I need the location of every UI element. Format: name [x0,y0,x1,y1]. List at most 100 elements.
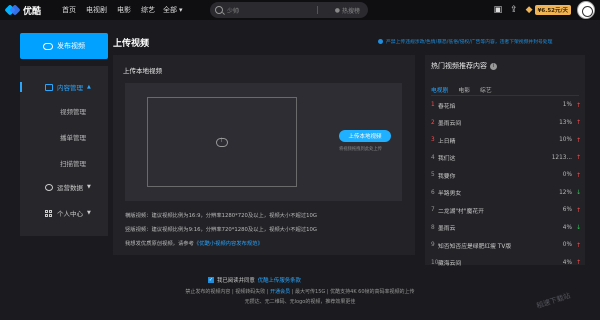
search-divider [317,6,318,14]
rank-number: 2 [431,119,435,126]
rank-number: 3 [431,137,435,143]
agreement-checkbox[interactable]: ✓ [208,277,214,283]
rank-number: 10 [431,259,439,266]
percent-value: 6% [562,207,572,213]
hot-divider [431,95,579,96]
hot-recommend-panel: 热门视频推荐内容 i 电视剧 电影 综艺 1 春花焰 1% ↑ 2 墨雨云间 13% ↑ 3 上日… [425,55,585,267]
vip-badge[interactable]: ◆ ¥6.52元/天 [526,5,571,15]
sidebar: 内容管理 ▲ 视频管理 播单管理 扫描管理 运营数据 ▼ 个人中心 ▼ [20,66,108,236]
sidebar-item-content-management[interactable]: 内容管理 ▲ [20,80,108,94]
hot-list-item[interactable]: 4 我们这 1213... ↑ [431,152,581,164]
rank-number: 5 [431,172,435,178]
vip-diamond-icon: ◆ [525,5,533,15]
top-nav-bar: 优酷 首页 电视剧 电影 综艺 全部 ▾ 少帅 ● 热搜榜 ▣ ⇪ ◆ ¥6.52… [0,0,600,20]
arrow-up-icon: ↑ [575,101,581,109]
terms-link[interactable]: 优酷上传服务条款 [258,276,301,284]
hot-search-button[interactable]: ● 热搜榜 [335,6,360,15]
footer-line-1: 禁止发布的视频内容 | 视频转码失败 | 开通会员 | 最大可传15G | 优酷… [150,288,450,295]
play-box-icon [45,83,53,91]
grid-icon [45,209,53,217]
info-icon[interactable]: i [490,62,497,70]
hot-list-item[interactable]: 6 半路男女 12% ↓ [431,187,581,199]
show-title: 春花焰 [438,103,456,110]
cloud-upload-icon [216,137,228,147]
upload-area: 上传本地视频 将视频拖拽到此处上传 [125,83,402,201]
hot-list-item[interactable]: 8 墨雨云 4% ↓ [431,222,581,234]
youku-logo-icon [4,4,21,16]
nav-all-label: 全部 [163,6,177,14]
nav-movie[interactable]: 电影 [117,5,131,15]
nav-home[interactable]: 首页 [62,5,76,15]
arrow-up-icon: ↑ [575,259,581,266]
show-title: 藏海云间 [438,261,462,267]
sidebar-item-label: 内容管理 [57,84,83,92]
publish-video-label: 发布视频 [57,42,85,50]
guideline-link[interactable]: 《优酷小视频内容发布规范》 [194,241,263,247]
spec-vertical: 竖版视频：建议视频比例为9:16，分辨率720*1280及以上，视频大小不超过1… [125,227,317,233]
sidebar-item-label: 扫描管理 [60,160,86,168]
percent-value: 10% [559,137,572,143]
publish-video-button[interactable]: 发布视频 [20,33,108,59]
open-vip-link[interactable]: 开通会员 [270,289,290,295]
rank-number: 9 [431,242,435,248]
sidebar-item-personal-center[interactable]: 个人中心 ▼ [20,206,108,220]
sidebar-item-playlist-management[interactable]: 播单管理 [20,130,108,144]
spec-guideline: 我想发优质原创视频，请参考《优酷小视频内容发布规范》 [125,239,263,247]
percent-value: 4% [562,224,572,231]
footer-text-a: 禁止发布的视频内容 | 视频转码失败 | [185,289,271,295]
agreement-row: ✓ 我已阅读并同意 优酷上传服务条款 [208,276,301,284]
nav-variety[interactable]: 综艺 [141,5,155,15]
data-chart-icon [45,183,53,191]
hot-panel-title-text: 热门视频推荐内容 [431,62,487,70]
rank-number: 1 [431,102,435,108]
sidebar-item-video-management[interactable]: 视频管理 [20,104,108,118]
upload-icon[interactable]: ⇪ [510,5,518,15]
search-box[interactable]: 少帅 ● 热搜榜 [210,2,368,18]
footer-line-2: 无攒达、无二维码、无logo的视频，推荐效果更佳 [244,299,356,305]
rank-number: 4 [431,154,435,161]
percent-value: 0% [562,172,572,178]
arrow-down-icon: ↓ [575,224,581,231]
hot-list-item[interactable]: 7 二龙湖"村"魔花开 6% ↑ [431,204,581,216]
spec-guideline-text: 我想发优质原创视频，请参考 [125,241,194,247]
show-title: 我们这 [438,156,456,162]
arrow-up-icon: ↑ [575,154,581,161]
hot-list-item[interactable]: 3 上日精 10% ↑ [431,134,581,146]
hot-list-item[interactable]: 5 我要你 0% ↑ [431,169,581,181]
flame-icon: ● [334,6,340,14]
youku-logo[interactable]: 优酷 [4,4,54,17]
upload-local-button[interactable]: 上传本地视频 [339,130,391,142]
hot-list-item[interactable]: 1 春花焰 1% ↑ [431,99,581,111]
active-indicator [20,82,22,92]
percent-value: 1213... [551,154,572,161]
sidebar-item-label: 视频管理 [60,108,86,116]
nav-tv[interactable]: 电视剧 [86,5,107,15]
nav-all-dropdown[interactable]: 全部 ▾ [163,5,183,15]
percent-value: 0% [562,242,572,248]
sidebar-item-label: 个人中心 [57,210,83,218]
top-right-tools: ▣ ⇪ ◆ ¥6.52元/天 [494,0,600,20]
arrow-up-icon: ↑ [575,206,581,214]
arrow-up-icon: ↑ [575,119,581,126]
upload-hint: 将视频拖拽到此处上传 [339,147,382,152]
avatar[interactable] [577,1,595,19]
sidebar-item-scan-management[interactable]: 扫描管理 [20,156,108,170]
rank-number: 7 [431,207,435,213]
hot-list-item[interactable]: 10 藏海云间 4% ↑ [431,257,581,269]
show-title: 半路男女 [438,191,462,197]
upload-section-title: 上传本地视频 [123,67,162,75]
percent-value: 13% [559,119,572,126]
search-input[interactable]: 少帅 [227,6,239,15]
chevron-down-icon: ▼ [87,184,91,190]
show-title: 墨雨云间 [438,121,462,127]
sidebar-item-operation-data[interactable]: 运营数据 ▼ [20,180,108,194]
history-icon[interactable]: ▣ [494,5,503,15]
percent-value: 1% [562,102,572,108]
hot-list-item[interactable]: 9 知否知否应是绿肥红瘦 TV版 0% ↑ [431,239,581,251]
sidebar-item-label: 运营数据 [57,184,83,192]
upload-panel: 上传本地视频 上传本地视频 将视频拖拽到此处上传 横版视频：建议视频比例为16:… [113,55,415,255]
arrow-down-icon: ↓ [575,189,581,196]
arrow-up-icon: ↑ [575,171,581,179]
hot-list-item[interactable]: 2 墨雨云间 13% ↑ [431,117,581,129]
drop-zone[interactable] [147,97,297,187]
